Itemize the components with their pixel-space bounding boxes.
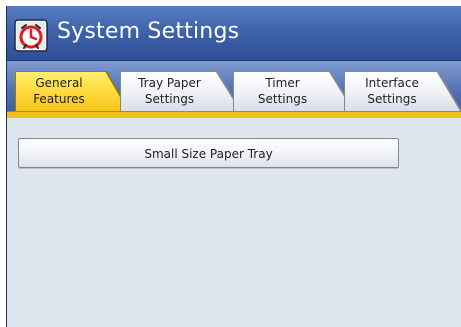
tab-strip: General Features Tray Paper Settings Tim… [7, 61, 461, 117]
small-size-paper-tray-button[interactable]: Small Size Paper Tray [18, 138, 399, 168]
title-bar: System Settings [7, 6, 461, 61]
tab-general-features-label: General Features [33, 76, 85, 106]
tab-general-features[interactable]: General Features [15, 71, 130, 111]
tab-tray-paper-settings-label: Tray Paper Settings [138, 76, 201, 106]
tab-tray-paper-settings[interactable]: Tray Paper Settings [120, 71, 242, 111]
tab-content-panel: Small Size Paper Tray [7, 118, 461, 327]
window-title: System Settings [57, 19, 240, 44]
tab-interface-settings-label: Interface Settings [365, 76, 419, 106]
tab-timer-settings[interactable]: Timer Settings [233, 71, 355, 111]
alarm-clock-icon [14, 19, 48, 52]
settings-window: System Settings General Features Tray Pa… [6, 6, 461, 327]
tab-timer-settings-label: Timer Settings [257, 76, 308, 106]
tab-interface-settings[interactable]: Interface Settings [344, 71, 461, 111]
